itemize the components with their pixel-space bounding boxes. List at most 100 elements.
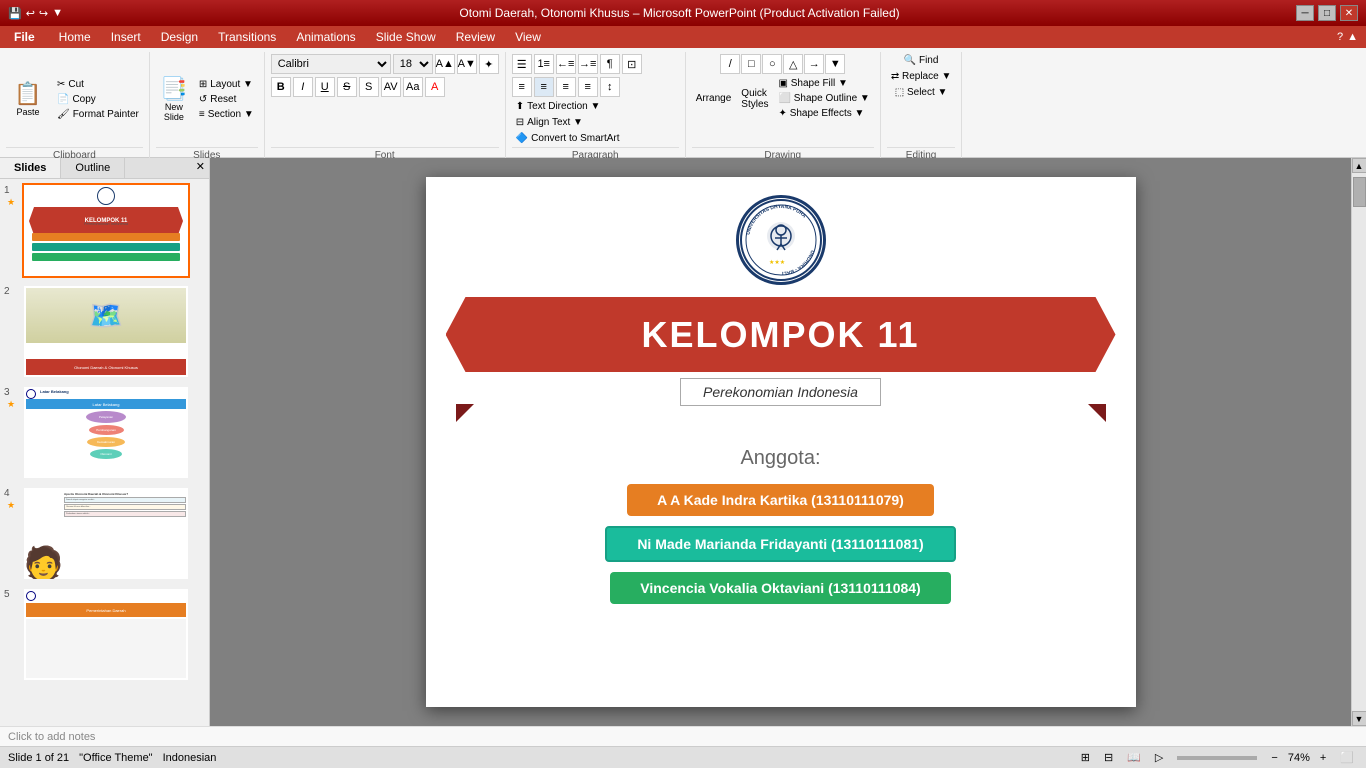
- slide-img-4[interactable]: 🧑 Apa itu Otonomi Daerah & Otonomi Khusu…: [22, 486, 190, 581]
- shape-tri-btn[interactable]: △: [783, 54, 803, 74]
- slide-thumb-1[interactable]: 1 ★ KELOMPOK 11 Perekonomian Indonesia: [4, 183, 205, 278]
- clear-format-btn[interactable]: ✦: [479, 54, 499, 74]
- scroll-down-btn[interactable]: ▼: [1352, 711, 1366, 726]
- format-painter-btn[interactable]: 🖌 Format Painter: [53, 108, 143, 121]
- align-center-btn[interactable]: ≡: [534, 77, 554, 97]
- convert-smartart-btn[interactable]: 🔷 Convert to SmartArt: [512, 132, 624, 145]
- menu-animations[interactable]: Animations: [286, 26, 365, 48]
- font-name-select[interactable]: Calibri: [271, 54, 391, 74]
- shape-oval-btn[interactable]: ○: [762, 54, 782, 74]
- replace-btn[interactable]: ⇄ Replace ▼: [887, 70, 956, 83]
- zoom-in-btn[interactable]: +: [1316, 751, 1330, 765]
- slide-img-5[interactable]: Pemerintahan Daerah: [22, 587, 190, 682]
- rtl-btn[interactable]: ¶: [600, 54, 620, 74]
- menu-design[interactable]: Design: [151, 26, 208, 48]
- shape-line-btn[interactable]: /: [720, 54, 740, 74]
- redo-qa-btn[interactable]: ↪: [39, 7, 48, 20]
- menu-home[interactable]: Home: [49, 26, 101, 48]
- reset-btn[interactable]: ↺ Reset: [195, 93, 258, 106]
- notes-bar[interactable]: Click to add notes: [0, 726, 1366, 746]
- section-btn[interactable]: ≡ Section ▼: [195, 108, 258, 121]
- col-btn[interactable]: ⊡: [622, 54, 642, 74]
- slide-thumb-2[interactable]: 2 🗺️ Otonomi Daerah & Otonomi Khusus: [4, 284, 205, 379]
- cut-btn[interactable]: ✂ Cut: [53, 78, 143, 91]
- font-shrink-btn[interactable]: A▼: [457, 54, 477, 74]
- minimize-btn[interactable]: ─: [1296, 5, 1314, 21]
- quick-access-toolbar[interactable]: 💾 ↩ ↪ ▼: [8, 7, 63, 20]
- font-group-content: Calibri 18 A▲ A▼ ✦ B I U S S AV Aa: [271, 54, 499, 145]
- select-btn[interactable]: ⬚ Select ▼: [891, 86, 952, 99]
- justify-btn[interactable]: ≡: [578, 77, 598, 97]
- shape-rect-btn[interactable]: □: [741, 54, 761, 74]
- bold-btn[interactable]: B: [271, 77, 291, 97]
- menu-view[interactable]: View: [505, 26, 551, 48]
- bullet-list-btn[interactable]: ☰: [512, 54, 532, 74]
- align-text-btn[interactable]: ⊟ Align Text ▼: [512, 116, 587, 129]
- file-menu-btn[interactable]: File: [0, 26, 49, 48]
- save-qa-btn[interactable]: 💾: [8, 7, 22, 20]
- reading-view-btn[interactable]: 📖: [1123, 750, 1145, 765]
- menu-transitions[interactable]: Transitions: [208, 26, 286, 48]
- underline-btn[interactable]: U: [315, 77, 335, 97]
- customize-qa-btn[interactable]: ▼: [52, 7, 63, 19]
- paste-btn[interactable]: 📋 Paste: [6, 81, 50, 119]
- align-right-btn[interactable]: ≡: [556, 77, 576, 97]
- fit-window-btn[interactable]: ⬜: [1336, 750, 1358, 765]
- align-left-btn[interactable]: ≡: [512, 77, 532, 97]
- slide-sorter-btn[interactable]: ⊟: [1100, 750, 1117, 765]
- shape-arrow-btn[interactable]: →: [804, 54, 824, 74]
- font-color-btn[interactable]: A: [425, 77, 445, 97]
- slide-thumb-4[interactable]: 4 ★ 🧑 Apa itu Otonomi Daerah & Otonomi K…: [4, 486, 205, 581]
- undo-qa-btn[interactable]: ↩: [26, 7, 35, 20]
- indent-less-btn[interactable]: ←≡: [556, 54, 576, 74]
- copy-btn[interactable]: 📄 Copy: [53, 93, 143, 106]
- shape-outline-btn[interactable]: ⬜ Shape Outline ▼: [775, 92, 874, 105]
- tab-slides[interactable]: Slides: [0, 158, 61, 178]
- slide-thumb-3[interactable]: 3 ★ Latar Belakang Latar Belakang Pelaya…: [4, 385, 205, 480]
- text-direction-btn[interactable]: ⬆ Text Direction ▼: [512, 100, 605, 113]
- indent-more-btn[interactable]: →≡: [578, 54, 598, 74]
- line-spacing-btn[interactable]: ↕: [600, 77, 620, 97]
- layout-label: Layout ▼: [210, 79, 253, 90]
- maximize-btn[interactable]: □: [1318, 5, 1336, 21]
- font-grow-btn[interactable]: A▲: [435, 54, 455, 74]
- shape-fill-btn[interactable]: ▣ Shape Fill ▼: [775, 77, 874, 90]
- quick-styles-btn[interactable]: QuickStyles: [737, 87, 772, 111]
- shape-effects-btn[interactable]: ✦ Shape Effects ▼: [775, 107, 874, 120]
- shadow-btn[interactable]: S: [359, 77, 379, 97]
- shape-more-btn[interactable]: ▼: [825, 54, 845, 74]
- slide-frame[interactable]: UNIVERSITAS DHYANA PURA UNDHIRA - BALI: [426, 177, 1136, 707]
- char-spacing-btn[interactable]: AV: [381, 77, 401, 97]
- new-slide-btn[interactable]: 📑 NewSlide: [156, 76, 192, 124]
- layout-btn[interactable]: ⊞ Layout ▼: [195, 78, 258, 91]
- tab-outline[interactable]: Outline: [61, 158, 125, 178]
- ribbon-collapse-btn[interactable]: ▲: [1347, 31, 1358, 43]
- help-btn[interactable]: ?: [1337, 31, 1343, 43]
- find-btn[interactable]: 🔍 Find: [900, 54, 943, 67]
- scroll-thumb[interactable]: [1353, 177, 1366, 207]
- numbered-list-btn[interactable]: 1≡: [534, 54, 554, 74]
- right-scrollbar[interactable]: ▲ ▼: [1351, 158, 1366, 726]
- slide-canvas-area[interactable]: UNIVERSITAS DHYANA PURA UNDHIRA - BALI: [210, 158, 1351, 726]
- slide-img-3[interactable]: Latar Belakang Latar Belakang Pelayanan …: [22, 385, 190, 480]
- window-controls[interactable]: ─ □ ✕: [1296, 5, 1358, 21]
- slide-thumb-5[interactable]: 5 Pemerintahan Daerah: [4, 587, 205, 682]
- arrange-btn[interactable]: Arrange: [692, 92, 736, 105]
- slide-img-2[interactable]: 🗺️ Otonomi Daerah & Otonomi Khusus: [22, 284, 190, 379]
- zoom-slider[interactable]: [1177, 756, 1257, 760]
- scroll-track[interactable]: [1352, 173, 1366, 711]
- slide-img-1[interactable]: KELOMPOK 11 Perekonomian Indonesia: [22, 183, 190, 278]
- italic-btn[interactable]: I: [293, 77, 313, 97]
- sidebar-close-btn[interactable]: ✕: [192, 158, 209, 178]
- zoom-out-btn[interactable]: −: [1267, 751, 1281, 765]
- case-btn[interactable]: Aa: [403, 77, 423, 97]
- scroll-up-btn[interactable]: ▲: [1352, 158, 1366, 173]
- normal-view-btn[interactable]: ⊞: [1077, 750, 1094, 765]
- menu-insert[interactable]: Insert: [101, 26, 151, 48]
- close-btn[interactable]: ✕: [1340, 5, 1358, 21]
- strikethrough-btn[interactable]: S: [337, 77, 357, 97]
- menu-review[interactable]: Review: [446, 26, 505, 48]
- font-size-select[interactable]: 18: [393, 54, 433, 74]
- menu-slideshow[interactable]: Slide Show: [366, 26, 446, 48]
- slideshow-btn[interactable]: ▷: [1151, 750, 1167, 765]
